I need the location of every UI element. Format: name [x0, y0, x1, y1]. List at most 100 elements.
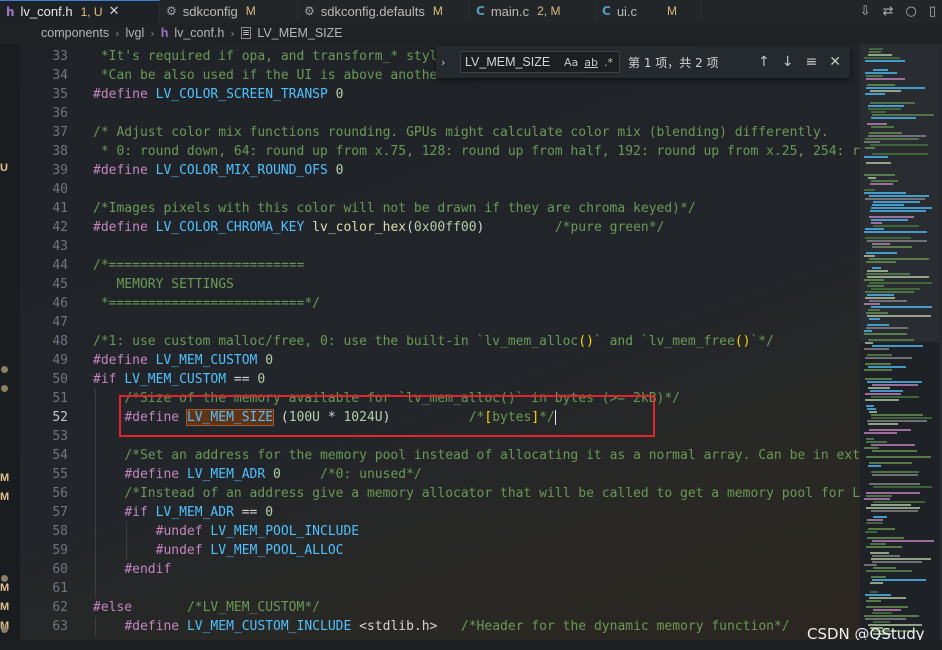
minimap[interactable] — [860, 44, 942, 640]
menu-lines-icon[interactable]: ≡ — [805, 54, 817, 70]
tab-sdkconfig[interactable]: ⚙ sdkconfig M — [160, 0, 298, 22]
code-line[interactable]: 35 #define LV_COLOR_SCREEN_TRANSP 0 — [20, 85, 860, 104]
match-case-toggle[interactable]: Aa — [564, 56, 578, 69]
code-line[interactable]: 36 — [20, 104, 860, 123]
code-line[interactable]: 38 * 0: round down, 64: round up from x.… — [20, 142, 860, 161]
code-line[interactable]: 41 /*Images pixels with this color will n… — [20, 199, 860, 218]
minimap-line — [866, 261, 896, 263]
tab-ui-c[interactable]: C ui.c M — [596, 0, 702, 22]
code-token: 0 — [335, 163, 344, 178]
breadcrumb-item-symbol[interactable]: LV_MEM_SIZE — [257, 26, 342, 40]
minimap-line — [866, 507, 920, 509]
breadcrumb-item-file[interactable]: lv_conf.h — [174, 26, 224, 40]
code-line[interactable]: 56 /*Instead of an address give a memory… — [20, 484, 860, 503]
code-line[interactable]: 48 /*1: use custom malloc/free, 0: use th… — [20, 332, 860, 351]
code-line[interactable]: 57 #if LV_MEM_ADR == 0 — [20, 503, 860, 522]
minimap-line — [865, 198, 925, 200]
arrow-up-icon[interactable]: ↑ — [758, 54, 770, 70]
line-number: 59 — [52, 543, 68, 558]
code-line[interactable]: 58 #undef LV_MEM_POOL_INCLUDE — [20, 522, 860, 541]
close-icon[interactable]: ✕ — [109, 4, 120, 19]
code-token: LV_COLOR_SCREEN_TRANSP — [155, 87, 328, 102]
line-number: 61 — [52, 581, 68, 596]
find-input[interactable]: LV_MEM_SIZE Aa ab .* — [460, 51, 620, 73]
minimap-line — [871, 417, 932, 419]
code-line[interactable]: 40 — [20, 180, 860, 199]
line-number: 55 — [52, 467, 68, 482]
code-token: ( — [406, 220, 414, 235]
git-compare-icon[interactable]: ⇄ — [883, 4, 894, 19]
arrow-down-icon[interactable]: ↓ — [782, 54, 794, 70]
breadcrumb-item-lvgl[interactable]: lvgl — [126, 26, 145, 40]
tab-main-c[interactable]: C main.c 2, M — [470, 0, 596, 22]
minimap-line — [871, 180, 898, 182]
tab-lv-conf-h[interactable]: h lv_conf.h 1, U ✕ — [0, 0, 160, 22]
code-line[interactable]: 45 MEMORY SETTINGS — [20, 275, 860, 294]
code-line[interactable]: 62 #else /*LV_MEM_CUSTOM*/ — [20, 598, 860, 617]
line-number: 33 — [52, 49, 68, 64]
line-number: 39 — [52, 163, 68, 178]
code-line[interactable]: 47 — [20, 313, 860, 332]
minimap-line — [868, 309, 880, 311]
split-editor-icon[interactable]: ▯ — [929, 4, 936, 19]
minimap-line — [866, 438, 874, 440]
line-number: 51 — [52, 391, 68, 406]
regex-toggle[interactable]: .* — [604, 56, 613, 69]
code-token: lv_color_hex — [312, 220, 407, 235]
minimap-line — [868, 108, 901, 110]
minimap-line — [864, 57, 900, 59]
c-header-file-icon: h — [6, 4, 15, 19]
chevron-right-icon[interactable]: › — [441, 56, 455, 69]
code-line[interactable]: 63 #define LV_MEM_CUSTOM_INCLUDE <stdlib… — [20, 617, 860, 636]
code-line[interactable]: 39 #define LV_COLOR_MIX_ROUND_OFS 0 — [20, 161, 860, 180]
minimap-line — [864, 348, 889, 350]
code-line[interactable]: 61 — [20, 579, 860, 598]
code-line[interactable]: 60 #endif — [20, 560, 860, 579]
tab-sdkconfig-defaults[interactable]: ⚙ sdkconfig.defaults M — [298, 0, 470, 22]
code-line[interactable]: 42 #define LV_COLOR_CHROMA_KEY lv_color_h… — [20, 218, 860, 237]
minimap-line — [869, 483, 920, 485]
code-token: 0 — [273, 467, 281, 482]
minimap-line — [865, 228, 884, 230]
minimap-line — [868, 465, 881, 467]
breadcrumb-item-components[interactable]: components — [41, 26, 109, 40]
code-line[interactable]: 59 #undef LV_MEM_POOL_ALLOC — [20, 541, 860, 560]
code-line[interactable]: 49 #define LV_MEM_CUSTOM 0 — [20, 351, 860, 370]
minimap-line — [866, 600, 881, 602]
minimap-line — [864, 189, 875, 191]
code-token: LV_MEM_CUSTOM — [124, 372, 227, 387]
minimap-line — [872, 345, 923, 347]
code-line[interactable]: 46 *=========================*/ — [20, 294, 860, 313]
code-line[interactable]: 55 #define LV_MEM_ADR 0 /*0: unused*/ — [20, 465, 860, 484]
code-editor[interactable]: 33 *It's required if opa, and transform_… — [20, 44, 860, 640]
minimap-line — [869, 429, 911, 431]
code-text: /* Adjust color mix functions rounding. … — [93, 123, 829, 142]
code-token: 0 — [257, 372, 266, 387]
minimap-line — [865, 291, 914, 293]
line-number: 57 — [52, 505, 68, 520]
editor-tab-bar: h lv_conf.h 1, U ✕ ⚙ sdkconfig M ⚙ sdkco… — [0, 0, 942, 22]
whole-word-toggle[interactable]: ab — [584, 56, 598, 69]
code-line[interactable]: 37 /* Adjust color mix functions rounding… — [20, 123, 860, 142]
find-query[interactable]: LV_MEM_SIZE — [465, 55, 564, 69]
compare-icon[interactable]: ⇩ — [860, 4, 871, 19]
code-token: #if — [93, 372, 117, 387]
code-line[interactable]: 43 — [20, 237, 860, 256]
close-icon[interactable]: ✕ — [829, 54, 841, 70]
line-number: 52 — [52, 410, 68, 425]
code-line[interactable]: 44 /*========================= — [20, 256, 860, 275]
line-number: 35 — [52, 87, 68, 102]
minimap-line — [872, 579, 926, 581]
minimap-line — [865, 93, 885, 95]
line-number: 34 — [52, 68, 68, 83]
line-number: 53 — [52, 429, 68, 444]
code-token: /*Set an address for the memory pool ins… — [124, 448, 860, 463]
code-line[interactable]: 50 #if LV_MEM_CUSTOM == 0 — [20, 370, 860, 389]
minimap-line — [866, 546, 902, 548]
line-number: 44 — [52, 258, 68, 273]
minimap-line — [871, 396, 919, 398]
circle-icon[interactable]: ○ — [906, 4, 917, 19]
code-line[interactable]: 54 /*Set an address for the memory pool … — [20, 446, 860, 465]
